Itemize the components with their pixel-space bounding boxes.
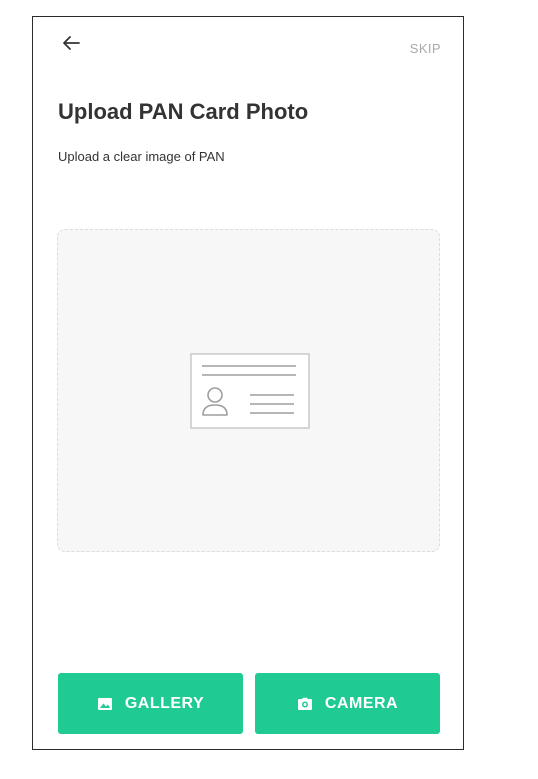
app-screen: SKIP Upload PAN Card Photo Upload a clea… xyxy=(32,16,464,750)
page-subtitle: Upload a clear image of PAN xyxy=(58,149,225,164)
page-title: Upload PAN Card Photo xyxy=(58,99,309,124)
skip-button[interactable]: SKIP xyxy=(410,41,441,56)
image-icon xyxy=(97,696,113,712)
id-card-icon xyxy=(190,353,310,429)
camera-icon xyxy=(297,696,313,712)
top-bar: SKIP xyxy=(33,17,463,73)
camera-label: CAMERA xyxy=(324,694,399,712)
gallery-button[interactable]: GALLERY xyxy=(58,673,243,734)
camera-button[interactable]: CAMERA xyxy=(255,673,440,734)
arrow-left-icon[interactable] xyxy=(59,31,83,55)
gallery-label: GALLERY xyxy=(124,694,205,712)
upload-dropzone[interactable] xyxy=(57,229,440,552)
